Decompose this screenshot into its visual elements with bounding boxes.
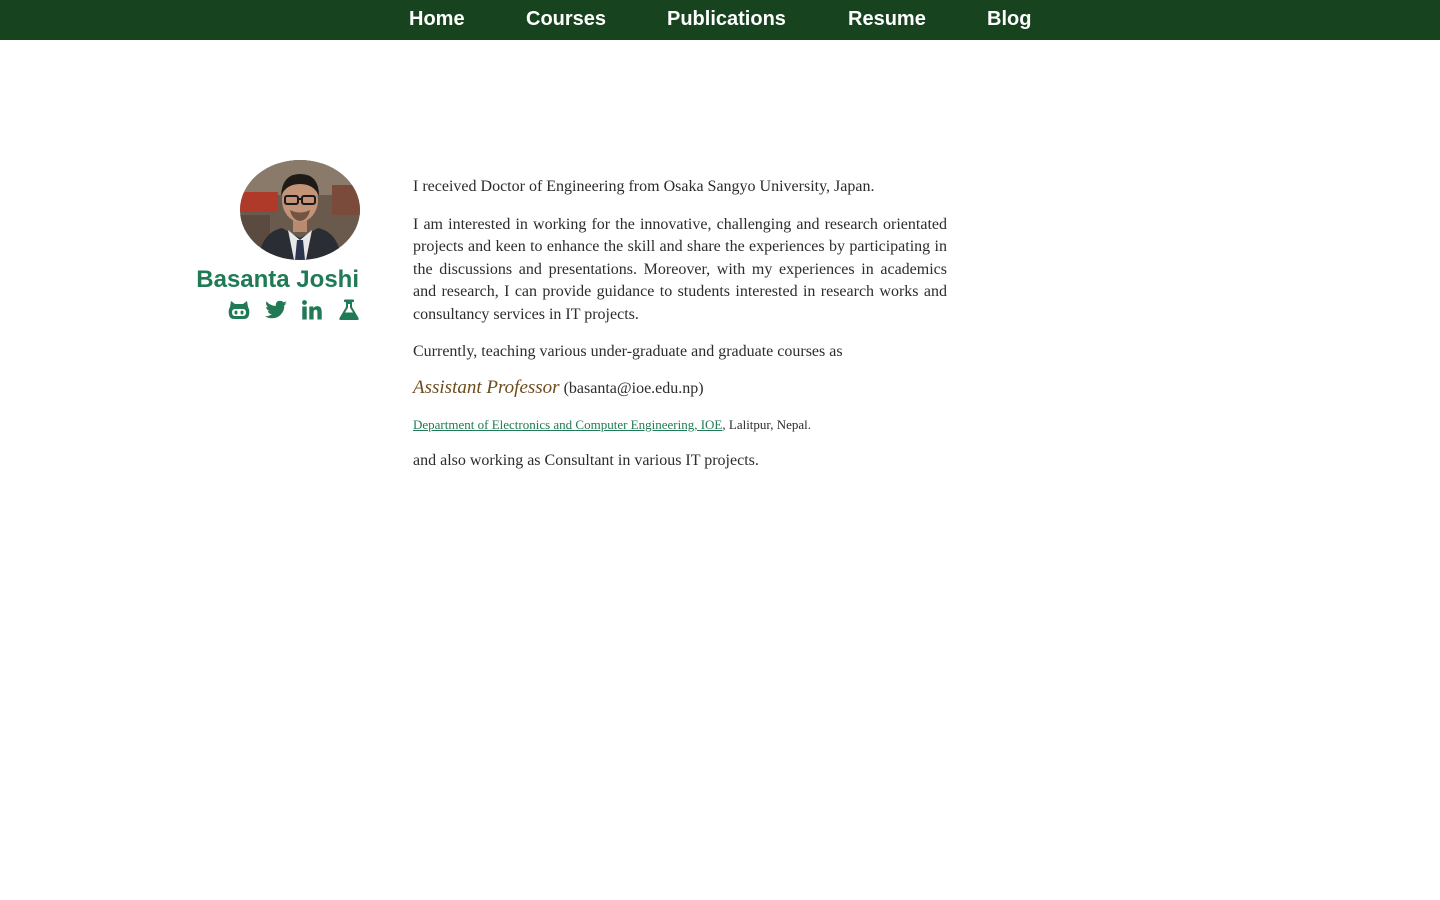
department-location: , Lalitpur, Nepal.: [722, 417, 812, 432]
linkedin-icon[interactable]: [300, 298, 324, 322]
profile-photo-graphic: [240, 160, 360, 260]
nav-publications[interactable]: Publications: [667, 0, 786, 40]
flask-icon[interactable]: [337, 298, 361, 322]
nav-courses[interactable]: Courses: [526, 0, 606, 40]
twitter-icon[interactable]: [264, 298, 288, 322]
profile-photo: [240, 160, 360, 260]
nav-resume[interactable]: Resume: [848, 0, 926, 40]
position-line: Assistant Professor (basanta@ioe.edu.np): [413, 377, 947, 401]
department-line: Department of Electronics and Computer E…: [413, 416, 947, 434]
bio-consultant: and also working as Consultant in variou…: [413, 452, 759, 469]
github-icon[interactable]: [227, 298, 251, 322]
profile-name: Basanta Joshi: [196, 266, 359, 293]
department-link[interactable]: Department of Electronics and Computer E…: [413, 417, 722, 432]
bio-content: I received Doctor of Engineering from Os…: [413, 176, 947, 473]
bio-degree: I received Doctor of Engineering from Os…: [413, 178, 875, 195]
email-text: (basanta@ioe.edu.np): [563, 379, 704, 397]
bio-interests: I am interested in working for the innov…: [413, 215, 947, 323]
job-title: Assistant Professor: [413, 376, 560, 398]
top-navbar: Home Courses Publications Resume Blog: [0, 0, 1440, 40]
bio-teaching: Currently, teaching various under-gradua…: [413, 343, 843, 360]
nav-home[interactable]: Home: [409, 0, 465, 40]
nav-blog[interactable]: Blog: [987, 0, 1031, 40]
